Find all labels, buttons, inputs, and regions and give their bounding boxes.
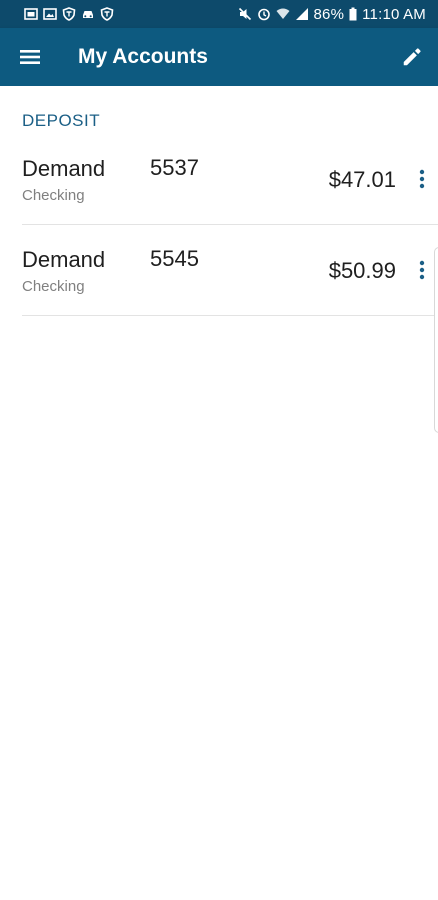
account-row[interactable]: Demand Checking 5537 $47.01 xyxy=(0,134,438,225)
account-name: Demand xyxy=(22,156,106,181)
account-balance: $47.01 xyxy=(328,167,396,192)
app-bar: My Accounts xyxy=(0,28,438,86)
status-bar-left-icons xyxy=(24,7,114,21)
account-row[interactable]: Demand Checking 5545 $50.99 xyxy=(0,225,438,316)
status-time: 11:10 AM xyxy=(362,5,426,23)
more-vertical-icon xyxy=(419,169,425,189)
edit-button[interactable] xyxy=(386,28,438,86)
status-bar-right-icons: 86% 11:10 AM xyxy=(238,6,427,23)
pencil-icon xyxy=(401,46,423,68)
account-type: Checking xyxy=(22,278,85,295)
account-more-options-button[interactable] xyxy=(412,255,432,285)
shield-icon xyxy=(100,7,114,21)
mute-icon xyxy=(238,7,252,21)
signal-icon xyxy=(295,7,309,21)
alarm-icon xyxy=(257,7,271,21)
page-title: My Accounts xyxy=(78,45,208,68)
account-balance: $50.99 xyxy=(328,258,396,283)
more-vertical-icon xyxy=(419,260,425,280)
hamburger-menu-icon xyxy=(18,45,42,69)
status-bar: 86% 11:10 AM xyxy=(0,0,438,28)
battery-percentage: 86% xyxy=(313,5,345,23)
battery-icon xyxy=(349,7,357,21)
accounts-list: DEPOSIT Demand Checking 5537 $47.01 Dema… xyxy=(0,86,438,900)
image-icon xyxy=(43,7,57,21)
wifi-icon xyxy=(276,7,290,21)
row-divider xyxy=(22,315,438,316)
account-number: 5545 xyxy=(150,246,199,271)
account-name: Demand xyxy=(22,247,106,272)
section-header-deposit: DEPOSIT xyxy=(22,111,101,130)
edge-panel-handle[interactable] xyxy=(434,247,438,433)
car-icon xyxy=(81,7,95,21)
account-type: Checking xyxy=(22,187,85,204)
account-number: 5537 xyxy=(150,155,199,180)
account-more-options-button[interactable] xyxy=(412,164,432,194)
menu-button[interactable] xyxy=(2,28,58,86)
shield-icon xyxy=(62,7,76,21)
gallery-icon xyxy=(24,7,38,21)
